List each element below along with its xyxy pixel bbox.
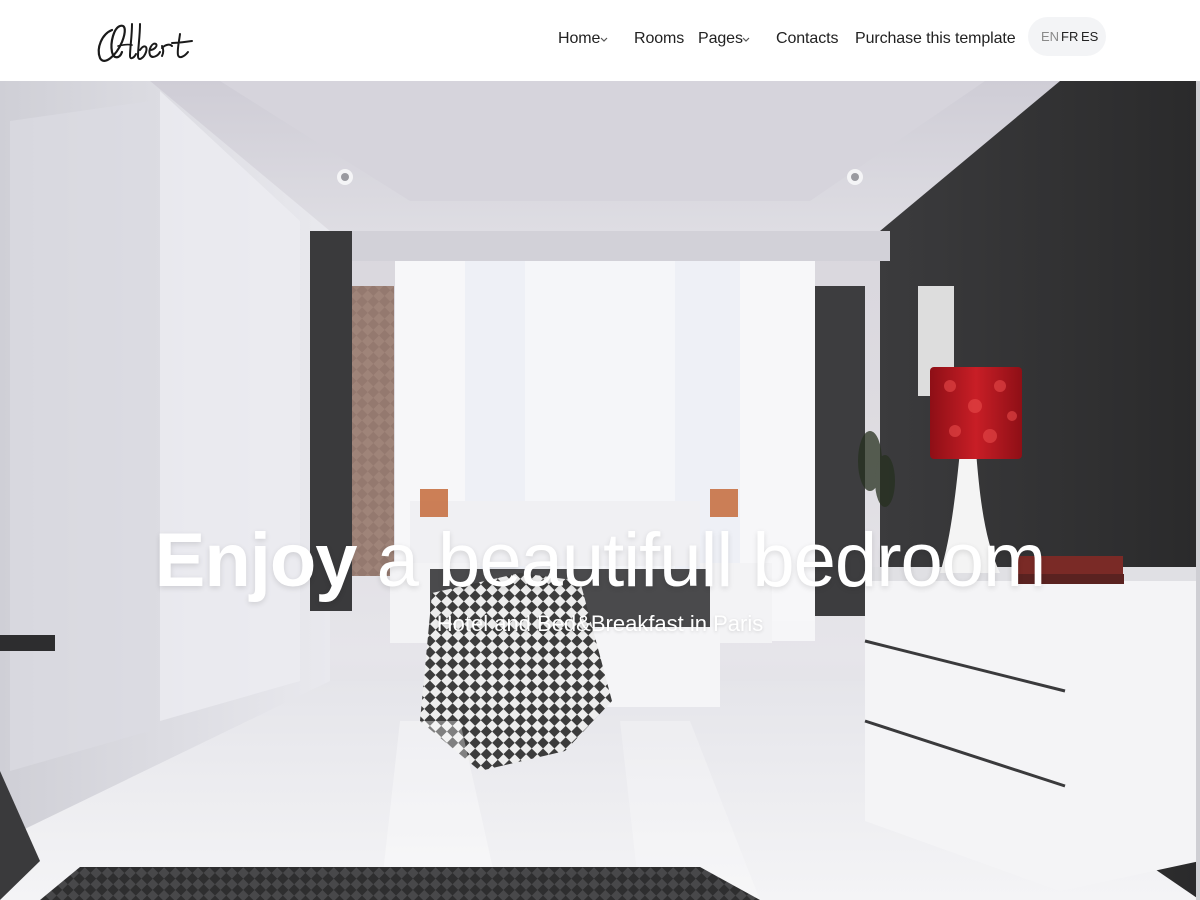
lang-es[interactable]: ES [1081, 28, 1098, 45]
chevron-down-icon [600, 28, 610, 50]
site-header: Home Rooms Pages Contacts Purchase this … [0, 0, 1200, 81]
nav-pages-label: Pages [698, 30, 743, 47]
hero-subtitle: Hotel and Bed&Breakfast in Paris [436, 611, 764, 636]
hero-section: Enjoy a beautifull bedroom Hotel and Bed… [0, 81, 1200, 900]
nav-purchase-label: Purchase this template [855, 30, 1016, 47]
nav-home-label: Home [558, 30, 601, 47]
hero-title-rest: a beautifull bedroom [376, 518, 1047, 603]
nav-home[interactable]: Home [558, 28, 608, 50]
bedroom-photo [0, 81, 1200, 900]
main-nav: Home Rooms Pages Contacts Purchase this … [0, 28, 1200, 50]
nav-rooms-label: Rooms [634, 30, 685, 47]
hero-title: Enjoy a beautifull bedroom [0, 519, 1200, 603]
lang-fr[interactable]: FR [1061, 28, 1078, 45]
nav-pages[interactable]: Pages [698, 28, 750, 50]
lang-en[interactable]: EN [1041, 28, 1059, 45]
nav-purchase[interactable]: Purchase this template [855, 28, 1016, 50]
nav-rooms[interactable]: Rooms [634, 28, 684, 50]
page-scrollbar[interactable] [1196, 81, 1200, 900]
nav-contacts[interactable]: Contacts [776, 28, 838, 50]
nav-contacts-label: Contacts [776, 30, 839, 47]
hero-title-strong: Enjoy [154, 518, 358, 603]
language-switcher: EN FR ES [1028, 17, 1106, 56]
chevron-down-icon [742, 28, 752, 50]
